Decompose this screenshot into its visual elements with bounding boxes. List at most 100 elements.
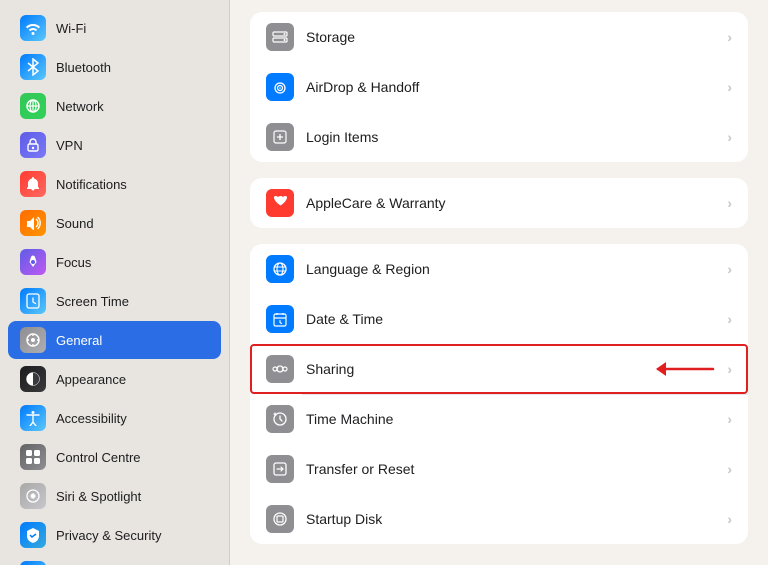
network-label: Network — [56, 99, 104, 114]
siri-icon — [20, 483, 46, 509]
desktop-icon — [20, 561, 46, 565]
sound-label: Sound — [56, 216, 94, 231]
sidebar-item-siri[interactable]: Siri & Spotlight — [8, 477, 221, 515]
row-wrapper-airdrop: AirDrop & Handoff › — [250, 62, 748, 112]
general-icon — [20, 327, 46, 353]
screentime-icon — [20, 288, 46, 314]
storage-row-icon — [266, 23, 294, 51]
appearance-icon — [20, 366, 46, 392]
sidebar-item-wifi[interactable]: Wi-Fi — [8, 9, 221, 47]
sidebar-item-network[interactable]: Network — [8, 87, 221, 125]
settings-row-applecare[interactable]: AppleCare & Warranty › — [250, 178, 748, 228]
sidebar-item-controlcentre[interactable]: Control Centre — [8, 438, 221, 476]
language-chevron: › — [727, 261, 732, 277]
settings-row-airdrop[interactable]: AirDrop & Handoff › — [250, 62, 748, 112]
settings-row-sharing[interactable]: Sharing › — [250, 344, 748, 394]
settings-row-transfer[interactable]: Transfer or Reset › — [250, 444, 748, 494]
sidebar-item-focus[interactable]: Focus — [8, 243, 221, 281]
bluetooth-icon — [20, 54, 46, 80]
transfer-row-label: Transfer or Reset — [306, 461, 715, 477]
row-wrapper-timemachine: Time Machine › — [250, 394, 748, 444]
row-wrapper-sharing: Sharing › — [250, 344, 748, 394]
privacy-icon — [20, 522, 46, 548]
sharing-chevron: › — [727, 361, 732, 377]
wifi-icon — [20, 15, 46, 41]
timemachine-chevron: › — [727, 411, 732, 427]
settings-group-group2: AppleCare & Warranty › — [250, 178, 748, 228]
sidebar-item-sound[interactable]: Sound — [8, 204, 221, 242]
focus-label: Focus — [56, 255, 91, 270]
sharing-row-icon — [266, 355, 294, 383]
main-content: Storage›AirDrop & Handoff›Login Items›Ap… — [230, 0, 768, 565]
row-wrapper-storage: Storage › — [250, 12, 748, 62]
notifications-label: Notifications — [56, 177, 127, 192]
sharing-row-label: Sharing — [306, 361, 715, 377]
sidebar-item-accessibility[interactable]: Accessibility — [8, 399, 221, 437]
row-wrapper-language: Language & Region › — [250, 244, 748, 294]
appearance-label: Appearance — [56, 372, 126, 387]
wifi-label: Wi-Fi — [56, 21, 86, 36]
loginitems-chevron: › — [727, 129, 732, 145]
loginitems-row-icon — [266, 123, 294, 151]
transfer-row-icon — [266, 455, 294, 483]
vpn-icon — [20, 132, 46, 158]
applecare-row-label: AppleCare & Warranty — [306, 195, 715, 211]
storage-chevron: › — [727, 29, 732, 45]
accessibility-icon — [20, 405, 46, 431]
controlcentre-label: Control Centre — [56, 450, 141, 465]
language-row-label: Language & Region — [306, 261, 715, 277]
startup-row-label: Startup Disk — [306, 511, 715, 527]
datetime-row-label: Date & Time — [306, 311, 715, 327]
sidebar-item-appearance[interactable]: Appearance — [8, 360, 221, 398]
loginitems-row-label: Login Items — [306, 129, 715, 145]
datetime-chevron: › — [727, 311, 732, 327]
sidebar-item-general[interactable]: General — [8, 321, 221, 359]
startup-row-icon — [266, 505, 294, 533]
settings-row-loginitems[interactable]: Login Items › — [250, 112, 748, 162]
sidebar-item-vpn[interactable]: VPN — [8, 126, 221, 164]
notifications-icon — [20, 171, 46, 197]
sidebar-item-privacy[interactable]: Privacy & Security — [8, 516, 221, 554]
datetime-row-icon — [266, 305, 294, 333]
network-icon — [20, 93, 46, 119]
settings-row-language[interactable]: Language & Region › — [250, 244, 748, 294]
general-label: General — [56, 333, 102, 348]
startup-chevron: › — [727, 511, 732, 527]
storage-row-label: Storage — [306, 29, 715, 45]
sidebar-item-bluetooth[interactable]: Bluetooth — [8, 48, 221, 86]
row-wrapper-transfer: Transfer or Reset › — [250, 444, 748, 494]
sidebar-item-screentime[interactable]: Screen Time — [8, 282, 221, 320]
settings-list: Storage›AirDrop & Handoff›Login Items›Ap… — [230, 0, 768, 565]
settings-row-datetime[interactable]: Date & Time › — [250, 294, 748, 344]
timemachine-row-label: Time Machine — [306, 411, 715, 427]
timemachine-row-icon — [266, 405, 294, 433]
bluetooth-label: Bluetooth — [56, 60, 111, 75]
sidebar: Wi-Fi Bluetooth Network VPN Notifications Sou… — [0, 0, 230, 565]
settings-group-group1: Storage › AirDrop & Handoff › Login Items › — [250, 12, 748, 162]
sound-icon — [20, 210, 46, 236]
accessibility-label: Accessibility — [56, 411, 127, 426]
applecare-row-icon — [266, 189, 294, 217]
airdrop-chevron: › — [727, 79, 732, 95]
airdrop-row-label: AirDrop & Handoff — [306, 79, 715, 95]
row-wrapper-applecare: AppleCare & Warranty › — [250, 178, 748, 228]
row-wrapper-datetime: Date & Time › — [250, 294, 748, 344]
settings-row-startup[interactable]: Startup Disk › — [250, 494, 748, 544]
settings-row-timemachine[interactable]: Time Machine › — [250, 394, 748, 444]
row-wrapper-startup: Startup Disk › — [250, 494, 748, 544]
siri-label: Siri & Spotlight — [56, 489, 141, 504]
row-wrapper-loginitems: Login Items › — [250, 112, 748, 162]
applecare-chevron: › — [727, 195, 732, 211]
privacy-label: Privacy & Security — [56, 528, 161, 543]
sidebar-item-desktop[interactable]: Desktop & Dock — [8, 555, 221, 565]
vpn-label: VPN — [56, 138, 83, 153]
sidebar-item-notifications[interactable]: Notifications — [8, 165, 221, 203]
screentime-label: Screen Time — [56, 294, 129, 309]
controlcentre-icon — [20, 444, 46, 470]
transfer-chevron: › — [727, 461, 732, 477]
settings-group-group3: Language & Region › Date & Time › Sharing › T… — [250, 244, 748, 544]
focus-icon — [20, 249, 46, 275]
airdrop-row-icon — [266, 73, 294, 101]
settings-row-storage[interactable]: Storage › — [250, 12, 748, 62]
language-row-icon — [266, 255, 294, 283]
